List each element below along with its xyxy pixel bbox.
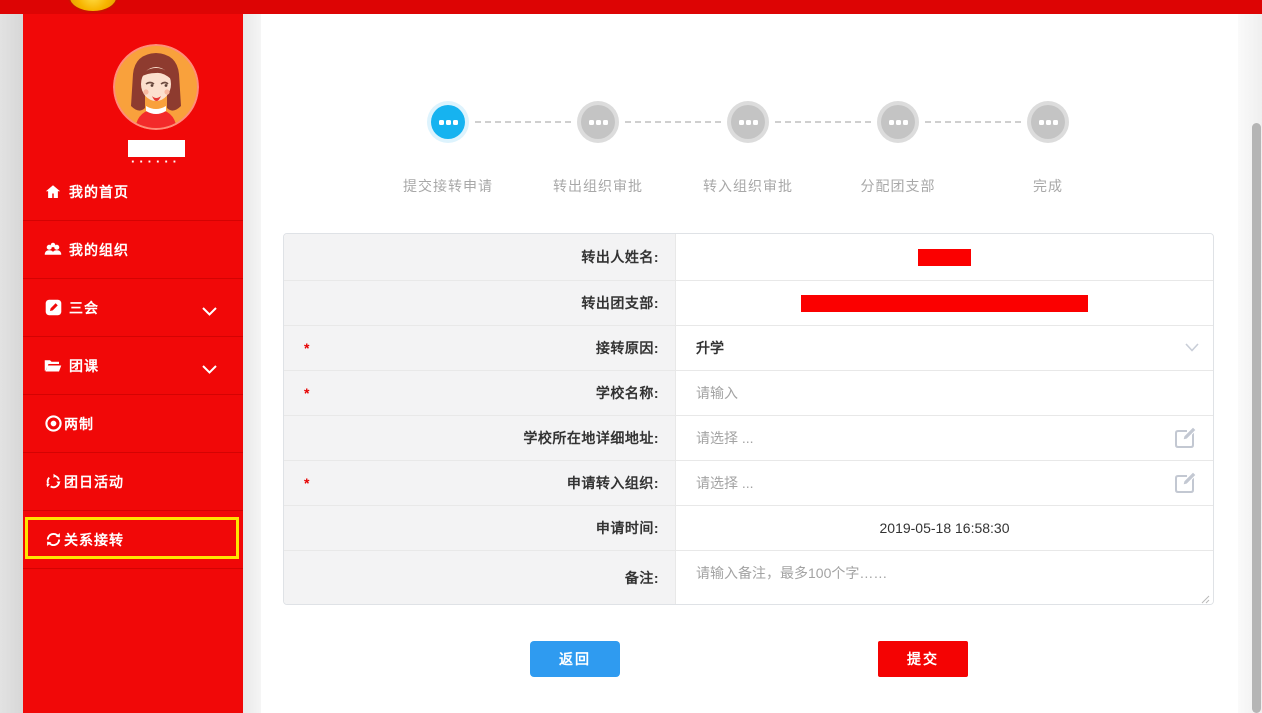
field-label: 申请时间: — [596, 518, 659, 538]
sidebar-item-label: 关系接转 — [64, 530, 124, 550]
sidebar-item-label: 团日活动 — [64, 472, 124, 492]
step-label: 提交接转申请 — [373, 176, 523, 196]
field-value-cell — [676, 281, 1213, 325]
required-asterisk: * — [304, 340, 309, 356]
step-circle-5 — [1027, 101, 1069, 143]
form-row-transfer-out-branch: 转出团支部: — [284, 281, 1213, 326]
home-icon — [44, 183, 62, 201]
sidebar-item-league-day-activity[interactable]: 团日活动 — [23, 453, 243, 511]
step-connector — [925, 121, 1021, 123]
content-left-gutter — [243, 14, 261, 713]
picker-placeholder: 请选择 ... — [676, 473, 754, 493]
sidebar-item-label: 三会 — [69, 298, 99, 318]
field-label-cell: * 申请转入组织: — [284, 461, 676, 505]
field-label: 学校名称: — [596, 383, 659, 403]
sidebar-item-label: 两制 — [64, 414, 94, 434]
sidebar-item-label: 团课 — [69, 356, 99, 376]
sidebar-item-my-organization[interactable]: 我的组织 — [23, 221, 243, 279]
redacted-value-block — [801, 295, 1088, 312]
chevron-down-icon — [202, 361, 217, 379]
field-label-cell: 备注: — [284, 551, 676, 604]
required-asterisk: * — [304, 385, 309, 401]
form-row-application-time: 申请时间: 2019-05-18 16:58:30 — [284, 506, 1213, 551]
league-emblem-icon — [70, 0, 116, 11]
application-time-value: 2019-05-18 16:58:30 — [676, 520, 1213, 536]
sidebar-menu: 我的首页 我的组织 三会 — [23, 163, 243, 569]
field-label-cell: * 接转原因: — [284, 326, 676, 370]
step-label: 完成 — [973, 176, 1123, 196]
required-asterisk: * — [304, 475, 309, 491]
sync-icon — [44, 531, 62, 549]
back-button[interactable]: 返回 — [530, 641, 620, 677]
edit-icon[interactable] — [1173, 471, 1199, 495]
avatar — [113, 44, 199, 130]
field-value-cell — [676, 551, 1213, 604]
step-label: 转出组织审批 — [523, 176, 673, 196]
page-scrollbar-track[interactable] — [1238, 14, 1262, 713]
form-row-transfer-reason: * 接转原因: 升学 — [284, 326, 1213, 371]
users-icon — [44, 241, 62, 259]
picker-placeholder: 请选择 ... — [676, 428, 754, 448]
submit-button[interactable]: 提交 — [878, 641, 968, 677]
school-name-input[interactable] — [676, 371, 1213, 415]
resize-handle-icon[interactable] — [1200, 591, 1210, 601]
chevron-down-icon — [202, 303, 217, 321]
selected-reason-value: 升学 — [676, 338, 724, 358]
sidebar-item-tuanke[interactable]: 团课 — [23, 337, 243, 395]
recycle-icon — [44, 473, 62, 491]
dot-circle-icon — [44, 415, 62, 433]
sidebar-item-my-homepage[interactable]: 我的首页 — [23, 163, 243, 221]
form-row-transfer-out-name: 转出人姓名: — [284, 234, 1213, 281]
chevron-down-icon — [1185, 339, 1199, 357]
field-label: 转出团支部: — [581, 293, 659, 313]
field-label-cell: 学校所在地详细地址: — [284, 416, 676, 460]
form-row-school-address: 学校所在地详细地址: 请选择 ... — [284, 416, 1213, 461]
field-label-cell: 申请时间: — [284, 506, 676, 550]
field-value-cell: 2019-05-18 16:58:30 — [676, 506, 1213, 550]
sidebar-item-label: 我的首页 — [69, 182, 129, 202]
pen-square-icon — [44, 299, 62, 317]
user-profile-block: ······ — [89, 44, 223, 172]
sidebar-item-sanhui[interactable]: 三会 — [23, 279, 243, 337]
field-label: 转出人姓名: — [581, 247, 659, 267]
page-scrollbar-thumb[interactable] — [1252, 123, 1261, 713]
field-value-cell — [676, 234, 1213, 280]
form-row-school-name: * 学校名称: — [284, 371, 1213, 416]
step-circle-3 — [727, 101, 769, 143]
step-label: 分配团支部 — [823, 176, 973, 196]
field-label-cell: 转出团支部: — [284, 281, 676, 325]
field-label: 备注: — [625, 568, 659, 588]
remarks-textarea[interactable] — [676, 551, 1213, 604]
form-row-target-organization: * 申请转入组织: 请选择 ... — [284, 461, 1213, 506]
sidebar-item-relationship-transfer[interactable]: 关系接转 — [23, 511, 243, 569]
step-connector — [625, 121, 721, 123]
step-label: 转入组织审批 — [673, 176, 823, 196]
step-circle-2 — [577, 101, 619, 143]
transfer-application-form: 转出人姓名: 转出团支部: * 接转原因: 升学 — [283, 233, 1214, 605]
page-left-margin — [0, 14, 23, 713]
edit-icon[interactable] — [1173, 426, 1199, 450]
target-organization-picker[interactable]: 请选择 ... — [676, 461, 1213, 505]
step-connector — [775, 121, 871, 123]
reason-select[interactable]: 升学 — [676, 326, 1213, 370]
folder-icon — [44, 357, 62, 375]
step-circle-4 — [877, 101, 919, 143]
step-connector — [475, 121, 571, 123]
sidebar-item-label: 我的组织 — [69, 240, 129, 260]
field-label: 学校所在地详细地址: — [523, 428, 659, 448]
form-row-remarks: 备注: — [284, 551, 1213, 604]
field-label: 接转原因: — [596, 338, 659, 358]
field-label-cell: * 学校名称: — [284, 371, 676, 415]
school-address-picker[interactable]: 请选择 ... — [676, 416, 1213, 460]
field-label: 申请转入组织: — [567, 473, 659, 493]
step-circle-1 — [427, 101, 469, 143]
sidebar-item-liangzhi[interactable]: 两制 — [23, 395, 243, 453]
main-content: 提交接转申请 转出组织审批 转入组织审批 分配团支部 完成 转出人姓名: 转出团… — [261, 14, 1238, 713]
field-value-cell — [676, 371, 1213, 415]
field-label-cell: 转出人姓名: — [284, 234, 676, 280]
redacted-value-block — [918, 249, 971, 266]
sidebar: ······ 我的首页 我的组织 — [23, 14, 243, 713]
top-bar — [0, 0, 1262, 14]
